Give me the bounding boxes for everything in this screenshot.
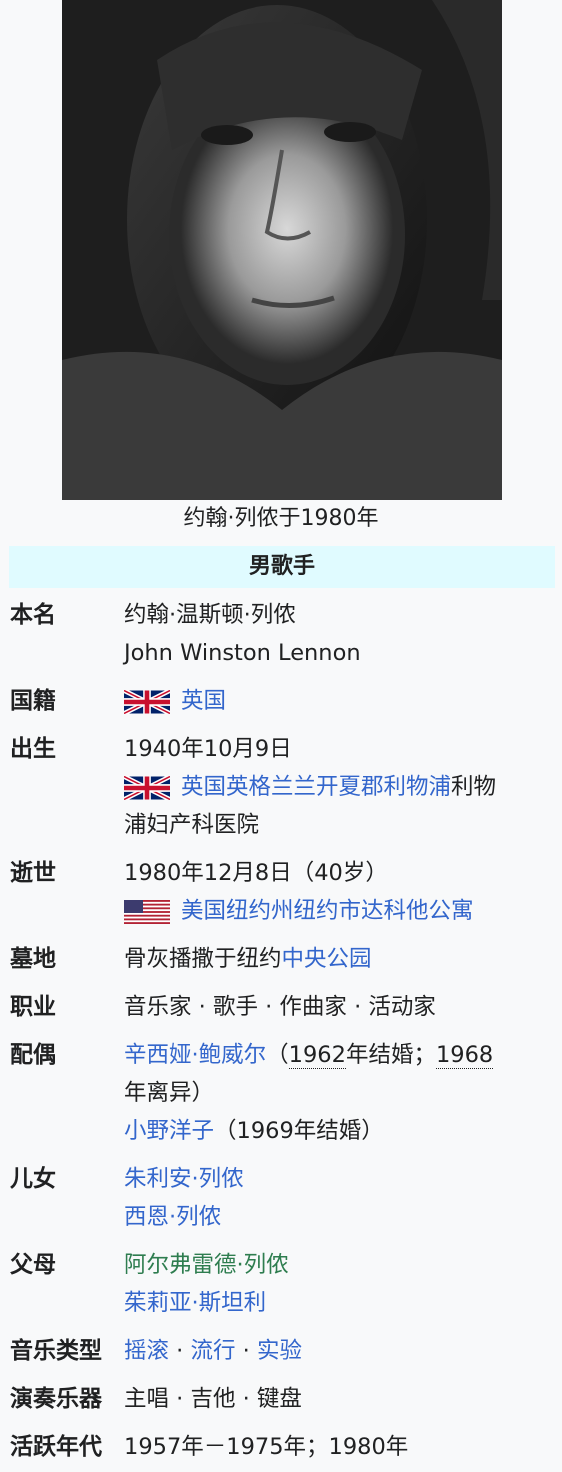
row-grave: 墓地 骨灰播撒于纽约中央公园 (0, 940, 562, 980)
birthplace-text-cont: 浦妇产科医院 (124, 812, 260, 838)
image-caption: 约翰·列侬于1980年 (183, 506, 379, 531)
deathplace-link[interactable]: 美国纽约州纽约市达科他公寓 (181, 898, 474, 924)
occupation-text: 音乐家 · 歌手 · 作曲家 · 活动家 (124, 994, 436, 1020)
genre-experimental-link[interactable]: 实验 (257, 1338, 302, 1364)
row-label: 出生 (10, 736, 56, 762)
parent-2-link[interactable]: 茱莉亚·斯坦利 (124, 1290, 266, 1316)
row-label: 儿女 (10, 1166, 56, 1192)
uk-flag-icon[interactable] (124, 776, 170, 800)
row-genre: 音乐类型 摇滚 · 流行 · 实验 (0, 1332, 562, 1372)
row-died: 逝世 1980年12月8日（40岁） 美国纽约州纽约市达科他公寓 (0, 854, 562, 934)
row-value: 音乐家 · 歌手 · 作曲家 · 活动家 (124, 988, 554, 1026)
row-label: 墓地 (10, 946, 56, 972)
row-value: 1940年10月9日 英国英格兰兰开夏郡利物浦利物 浦妇产科医院 (124, 730, 554, 844)
child-1-link[interactable]: 朱利安·列侬 (124, 1166, 244, 1192)
row-label: 父母 (10, 1252, 56, 1278)
row-instruments: 演奏乐器 主唱 · 吉他 · 键盘 (0, 1380, 562, 1420)
death-date: 1980年12月8日（40岁） (124, 860, 388, 886)
active-years-text: 1957年－1975年；1980年 (124, 1434, 409, 1460)
row-occupation: 职业 音乐家 · 歌手 · 作曲家 · 活动家 (0, 988, 562, 1028)
divorce-year: 1968 (435, 1042, 494, 1069)
spouse-note: 年结婚； (345, 1042, 436, 1068)
row-value: 1980年12月8日（40岁） 美国纽约州纽约市达科他公寓 (124, 854, 554, 930)
row-label: 国籍 (10, 688, 56, 714)
row-value: 摇滚 · 流行 · 实验 (124, 1332, 554, 1370)
row-value: 阿尔弗雷德·列侬 茱莉亚·斯坦利 (124, 1246, 554, 1322)
row-name: 本名 约翰·温斯顿·列侬 John Winston Lennon (0, 596, 562, 676)
genre-pop-link[interactable]: 流行 (190, 1338, 235, 1364)
row-value: 1957年－1975年；1980年 (124, 1428, 554, 1466)
spouse-2-link[interactable]: 小野洋子 (124, 1118, 214, 1144)
spouse-1-link[interactable]: 辛西娅·鲍威尔 (124, 1042, 266, 1068)
birthplace-link[interactable]: 英国英格兰兰开夏郡利物浦 (181, 774, 451, 800)
row-label: 职业 (10, 994, 56, 1020)
marriage-year: 1962 (288, 1042, 346, 1069)
english-name: John Winston Lennon (124, 640, 361, 666)
central-park-link[interactable]: 中央公园 (282, 946, 372, 972)
row-born: 出生 1940年10月9日 英国英格兰兰开夏郡利物浦利物 浦妇产科医院 (0, 730, 562, 850)
separator: · (169, 1338, 191, 1364)
row-label: 逝世 (10, 860, 56, 886)
row-value: 约翰·温斯顿·列侬 John Winston Lennon (124, 596, 554, 672)
row-label: 活跃年代 (10, 1434, 102, 1460)
separator: · (235, 1338, 257, 1364)
row-label: 本名 (10, 602, 56, 628)
row-active-years: 活跃年代 1957年－1975年；1980年 (0, 1428, 562, 1468)
section-header: 男歌手 (9, 546, 555, 588)
instruments-text: 主唱 · 吉他 · 键盘 (124, 1386, 302, 1412)
grave-text: 骨灰播撒于纽约 (124, 946, 282, 972)
parent-1-link[interactable]: 阿尔弗雷德·列侬 (124, 1252, 289, 1278)
spouse-note: （ (266, 1042, 289, 1068)
row-value: 骨灰播撒于纽约中央公园 (124, 940, 554, 978)
row-value: 主唱 · 吉他 · 键盘 (124, 1380, 554, 1418)
portrait-photo[interactable] (62, 0, 502, 500)
spouse-note: （1969年结婚） (214, 1118, 384, 1144)
row-children: 儿女 朱利安·列侬 西恩·列侬 (0, 1160, 562, 1240)
birth-date: 1940年10月9日 (124, 736, 292, 762)
row-value: 朱利安·列侬 西恩·列侬 (124, 1160, 554, 1236)
uk-flag-icon[interactable] (124, 690, 170, 714)
row-value: 英国 (124, 682, 554, 720)
genre-rock-link[interactable]: 摇滚 (124, 1338, 169, 1364)
row-spouse: 配偶 辛西娅·鲍威尔（1962年结婚；1968 年离异） 小野洋子（1969年结… (0, 1036, 562, 1156)
native-name: 约翰·温斯顿·列侬 (124, 602, 296, 628)
row-nationality: 国籍 英国 (0, 682, 562, 722)
spouse-note: 年离异） (124, 1080, 215, 1106)
row-label: 演奏乐器 (10, 1386, 102, 1412)
birthplace-text: 利物 (451, 774, 497, 800)
row-label: 音乐类型 (10, 1338, 102, 1364)
row-value: 辛西娅·鲍威尔（1962年结婚；1968 年离异） 小野洋子（1969年结婚） (124, 1036, 554, 1150)
row-label: 配偶 (10, 1042, 56, 1068)
row-parents: 父母 阿尔弗雷德·列侬 茱莉亚·斯坦利 (0, 1246, 562, 1326)
us-flag-icon[interactable] (124, 900, 170, 924)
child-2-link[interactable]: 西恩·列侬 (124, 1204, 221, 1230)
country-link[interactable]: 英国 (181, 688, 226, 714)
